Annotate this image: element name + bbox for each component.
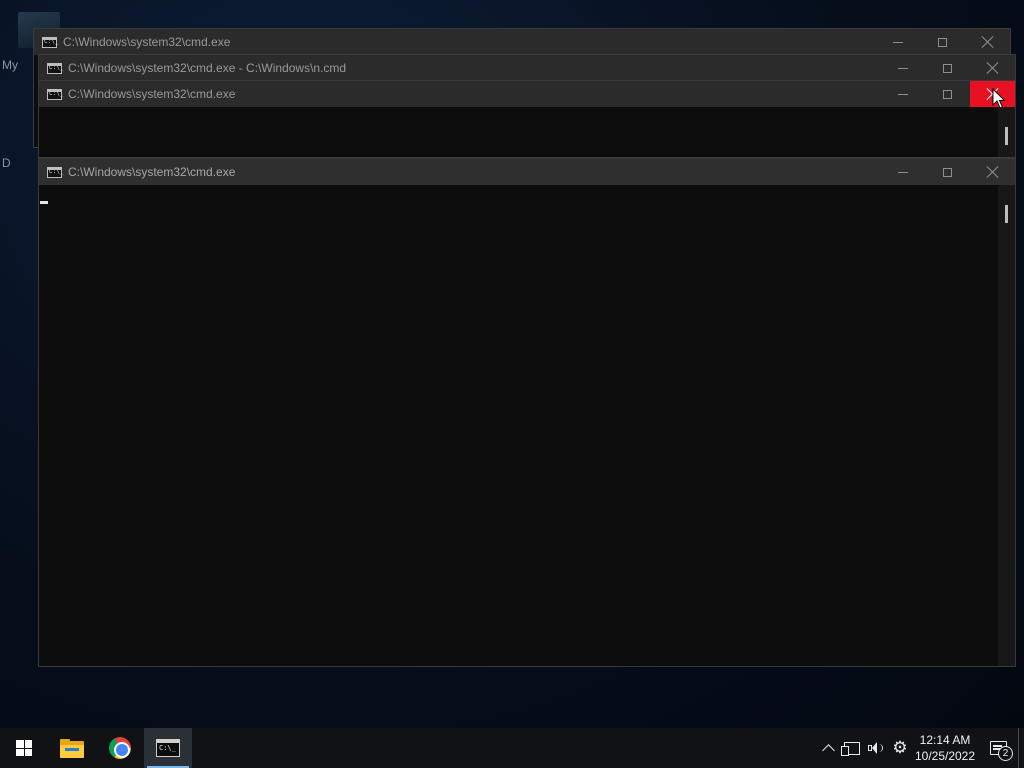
start-button[interactable] bbox=[0, 728, 48, 768]
taskbar-command-prompt[interactable]: C:\_ bbox=[144, 728, 192, 768]
windows-logo-icon bbox=[16, 740, 32, 756]
cmd-window[interactable]: C:\_ C:\Windows\system32\cmd.exe bbox=[38, 80, 1016, 158]
cmd-icon: C:\_ bbox=[47, 166, 63, 178]
action-center-button[interactable]: 2 bbox=[978, 728, 1018, 768]
speaker-icon bbox=[868, 741, 884, 755]
minimize-icon bbox=[897, 93, 908, 95]
window-titlebar[interactable]: C:\_ C:\Windows\system32\cmd.exe bbox=[39, 81, 1015, 107]
maximize-button[interactable] bbox=[925, 159, 970, 185]
system-tray: ⚙ 12:14 AM 10/25/2022 2 bbox=[816, 728, 1024, 768]
maximize-icon bbox=[943, 63, 952, 73]
window-titlebar[interactable]: C:\_ C:\Windows\system32\cmd.exe bbox=[39, 159, 1015, 185]
maximize-icon bbox=[943, 167, 952, 177]
cmd-window-active[interactable]: C:\_ C:\Windows\system32\cmd.exe bbox=[38, 158, 1016, 667]
volume-button[interactable] bbox=[864, 728, 888, 768]
minimize-icon bbox=[897, 171, 908, 173]
scrollbar[interactable] bbox=[998, 185, 1015, 666]
scrollbar-thumb[interactable] bbox=[1005, 205, 1008, 223]
clock-time: 12:14 AM bbox=[919, 733, 971, 747]
window-titlebar[interactable]: C:\_ C:\Windows\system32\cmd.exe bbox=[34, 29, 1010, 55]
console-cursor bbox=[40, 201, 48, 204]
show-desktop-button[interactable] bbox=[1018, 728, 1024, 768]
desktop-icon-label: D bbox=[2, 156, 11, 170]
close-button[interactable] bbox=[970, 55, 1015, 81]
clock-date: 10/25/2022 bbox=[914, 749, 976, 763]
minimize-icon bbox=[892, 41, 903, 43]
close-icon bbox=[987, 62, 999, 74]
window-titlebar[interactable]: C:\_ C:\Windows\system32\cmd.exe - C:\Wi… bbox=[39, 55, 1015, 81]
window-title: C:\Windows\system32\cmd.exe bbox=[68, 165, 236, 179]
clock[interactable]: 12:14 AM 10/25/2022 bbox=[912, 728, 978, 768]
maximize-icon bbox=[943, 89, 952, 99]
taskbar: C:\_ ⚙ 12:14 AM 10/25/2022 2 bbox=[0, 728, 1024, 768]
minimize-button[interactable] bbox=[880, 81, 925, 107]
window-title: C:\Windows\system32\cmd.exe bbox=[68, 87, 236, 101]
taskbar-chrome[interactable] bbox=[96, 728, 144, 768]
minimize-button[interactable] bbox=[880, 55, 925, 81]
close-button[interactable] bbox=[970, 159, 1015, 185]
gear-icon: ⚙ bbox=[892, 738, 908, 757]
show-hidden-icons-button[interactable] bbox=[816, 728, 840, 768]
window-title: C:\Windows\system32\cmd.exe bbox=[63, 35, 231, 49]
scrollbar[interactable] bbox=[998, 107, 1015, 157]
cmd-icon: C:\_ bbox=[47, 88, 63, 100]
window-title: C:\Windows\system32\cmd.exe - C:\Windows… bbox=[68, 61, 347, 75]
close-icon bbox=[987, 166, 999, 178]
settings-button[interactable]: ⚙ bbox=[888, 728, 912, 768]
desktop-icon-label: My bbox=[2, 58, 18, 72]
folder-icon bbox=[60, 738, 84, 758]
mouse-pointer-icon bbox=[992, 88, 1006, 109]
maximize-icon bbox=[938, 37, 947, 47]
notification-count-badge: 2 bbox=[998, 746, 1013, 761]
chrome-icon bbox=[109, 737, 131, 759]
network-button[interactable] bbox=[840, 728, 864, 768]
close-icon bbox=[982, 36, 994, 48]
minimize-button[interactable] bbox=[880, 159, 925, 185]
network-icon bbox=[841, 741, 860, 756]
minimize-button[interactable] bbox=[875, 29, 920, 55]
chevron-up-icon bbox=[821, 744, 835, 757]
close-button[interactable] bbox=[965, 29, 1010, 55]
taskbar-file-explorer[interactable] bbox=[48, 728, 96, 768]
cmd-icon: C:\_ bbox=[47, 62, 63, 74]
maximize-button[interactable] bbox=[920, 29, 965, 55]
scrollbar-thumb[interactable] bbox=[1005, 127, 1008, 145]
maximize-button[interactable] bbox=[925, 55, 970, 81]
cmd-icon: C:\_ bbox=[156, 739, 180, 757]
cmd-icon: C:\_ bbox=[42, 36, 58, 48]
maximize-button[interactable] bbox=[925, 81, 970, 107]
minimize-icon bbox=[897, 67, 908, 69]
